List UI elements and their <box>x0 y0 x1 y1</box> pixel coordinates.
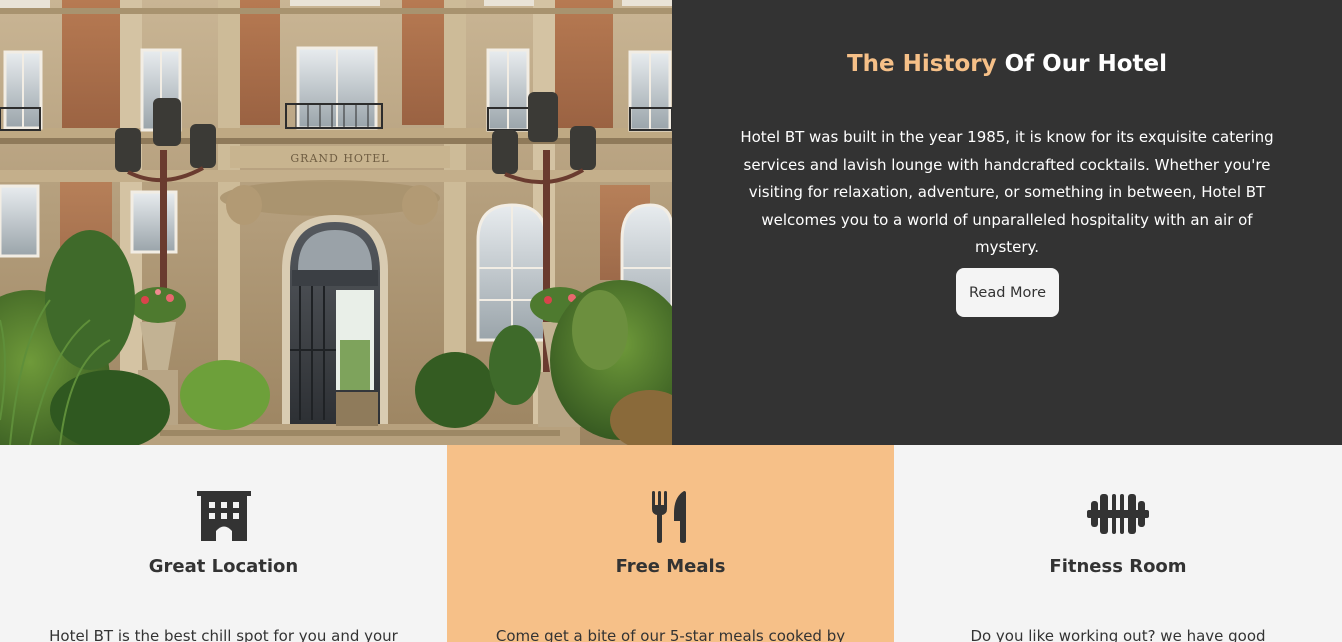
feature-description: Come get a bite of our 5-star meals cook… <box>495 627 846 642</box>
history-title-accent: The History <box>846 51 997 77</box>
features-section: Great Location Hotel BT is the best chil… <box>0 445 1342 642</box>
page: GRAND HOTEL The History Of Our Hotel Hot… <box>0 0 1342 642</box>
history-title-rest: Of Our Hotel <box>996 51 1167 77</box>
utensils-icon <box>447 491 894 543</box>
hotel-facade-image: GRAND HOTEL <box>0 0 672 445</box>
history-section: GRAND HOTEL The History Of Our Hotel Hot… <box>0 0 1342 445</box>
facade-sign-text: GRAND HOTEL <box>290 152 389 165</box>
feature-description: Hotel BT is the best chill spot for you … <box>49 627 398 642</box>
history-description: Hotel BT was built in the year 1985, it … <box>740 128 1274 256</box>
history-title: The History Of Our Hotel <box>672 49 1342 79</box>
feature-description: Do you like working out? we have good <box>970 627 1266 642</box>
feature-great-location: Great Location Hotel BT is the best chil… <box>0 445 447 642</box>
feature-title: Great Location <box>148 556 299 577</box>
feature-free-meals: Free Meals Come get a bite of our 5-star… <box>447 445 894 642</box>
feature-fitness-room: Fitness Room Do you like working out? we… <box>894 445 1342 642</box>
building-icon <box>0 491 447 543</box>
read-more-button[interactable]: Read More <box>956 268 1059 317</box>
feature-title: Free Meals <box>615 556 726 577</box>
history-panel: The History Of Our Hotel Hotel BT was bu… <box>672 0 1342 445</box>
feature-title: Fitness Room <box>1049 556 1187 577</box>
hotel-photo: GRAND HOTEL <box>0 0 672 445</box>
dumbbell-icon <box>894 491 1342 543</box>
